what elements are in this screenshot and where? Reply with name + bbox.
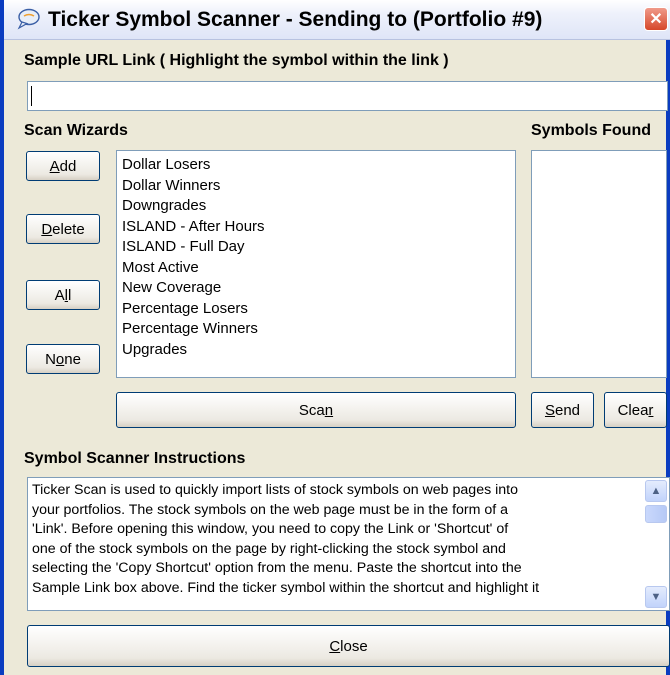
scroll-down-button[interactable]: ▼ — [645, 586, 667, 608]
ticker-scanner-window: Ticker Symbol Scanner - Sending to (Port… — [0, 0, 670, 675]
all-button[interactable]: All — [26, 280, 100, 310]
instructions-line: one of the stock symbols on the page by … — [32, 540, 506, 557]
clear-button[interactable]: Clea r — [604, 392, 667, 428]
symbols-found-list[interactable] — [531, 150, 667, 378]
list-item[interactable]: Percentage Losers — [122, 299, 515, 320]
send-button[interactable]: Send — [531, 392, 594, 428]
instructions-label: Symbol Scanner Instructions — [24, 450, 246, 467]
list-item[interactable]: Dollar Winners — [122, 176, 515, 197]
clear-mnemonic: r — [648, 401, 654, 419]
text-caret — [31, 86, 32, 106]
chevron-down-icon: ▼ — [650, 591, 662, 603]
scan-mnemonic: n — [324, 401, 334, 419]
none-button[interactable]: No ne — [26, 344, 100, 374]
list-item[interactable]: Downgrades — [122, 196, 515, 217]
list-item[interactable]: Upgrades — [122, 340, 515, 361]
delete-button[interactable]: Delete — [26, 214, 100, 244]
scroll-thumb[interactable] — [645, 505, 667, 523]
instructions-textbox[interactable]: Ticker Scan is used to quickly import li… — [27, 477, 670, 611]
close-button[interactable]: Close — [27, 625, 670, 667]
none-mnemonic: o — [55, 350, 65, 368]
list-item[interactable]: New Coverage — [122, 278, 515, 299]
url-section-label: Sample URL Link ( Highlight the symbol w… — [24, 52, 449, 69]
instructions-line: your portfolios. The stock symbols on th… — [32, 501, 509, 518]
close-icon: ✕ — [649, 11, 663, 28]
chat-bubble-icon — [17, 8, 40, 30]
list-item[interactable]: Most Active — [122, 258, 515, 279]
close-mnemonic: C — [329, 637, 341, 655]
instructions-line: Sample Link box above. Find the ticker s… — [32, 579, 540, 596]
instructions-line: selecting the 'Copy Shortcut' option fro… — [32, 560, 522, 576]
add-mnemonic: A — [49, 157, 60, 175]
sample-url-input[interactable] — [27, 81, 668, 111]
instructions-line: 'Link'. Before opening this window, you … — [32, 521, 509, 537]
scan-button[interactable]: Sca n — [116, 392, 516, 428]
list-item[interactable]: Percentage Winners — [122, 319, 515, 340]
list-item[interactable]: ISLAND - After Hours — [122, 217, 515, 238]
instructions-scrollbar[interactable]: ▲ ▼ — [645, 480, 667, 608]
list-item[interactable]: ISLAND - Full Day — [122, 237, 515, 258]
instructions-text: Ticker Scan is used to quickly import li… — [32, 481, 640, 598]
scan-wizard-list[interactable]: Dollar Losers Dollar Winners Downgrades … — [116, 150, 516, 378]
instructions-line: Ticker Scan is used to quickly import li… — [32, 482, 518, 498]
delete-mnemonic: D — [41, 220, 53, 238]
scan-wizards-label: Scan Wizards — [24, 122, 128, 139]
scroll-up-button[interactable]: ▲ — [645, 480, 667, 502]
window-title: Ticker Symbol Scanner - Sending to (Port… — [48, 8, 543, 31]
close-window-button[interactable]: ✕ — [644, 7, 668, 31]
chevron-up-icon: ▲ — [650, 485, 662, 497]
list-item[interactable]: Dollar Losers — [122, 155, 515, 176]
send-mnemonic: S — [544, 401, 555, 419]
symbols-found-label: Symbols Found — [531, 122, 651, 139]
title-bar[interactable]: Ticker Symbol Scanner - Sending to (Port… — [4, 0, 670, 40]
add-button[interactable]: Add — [26, 151, 100, 181]
